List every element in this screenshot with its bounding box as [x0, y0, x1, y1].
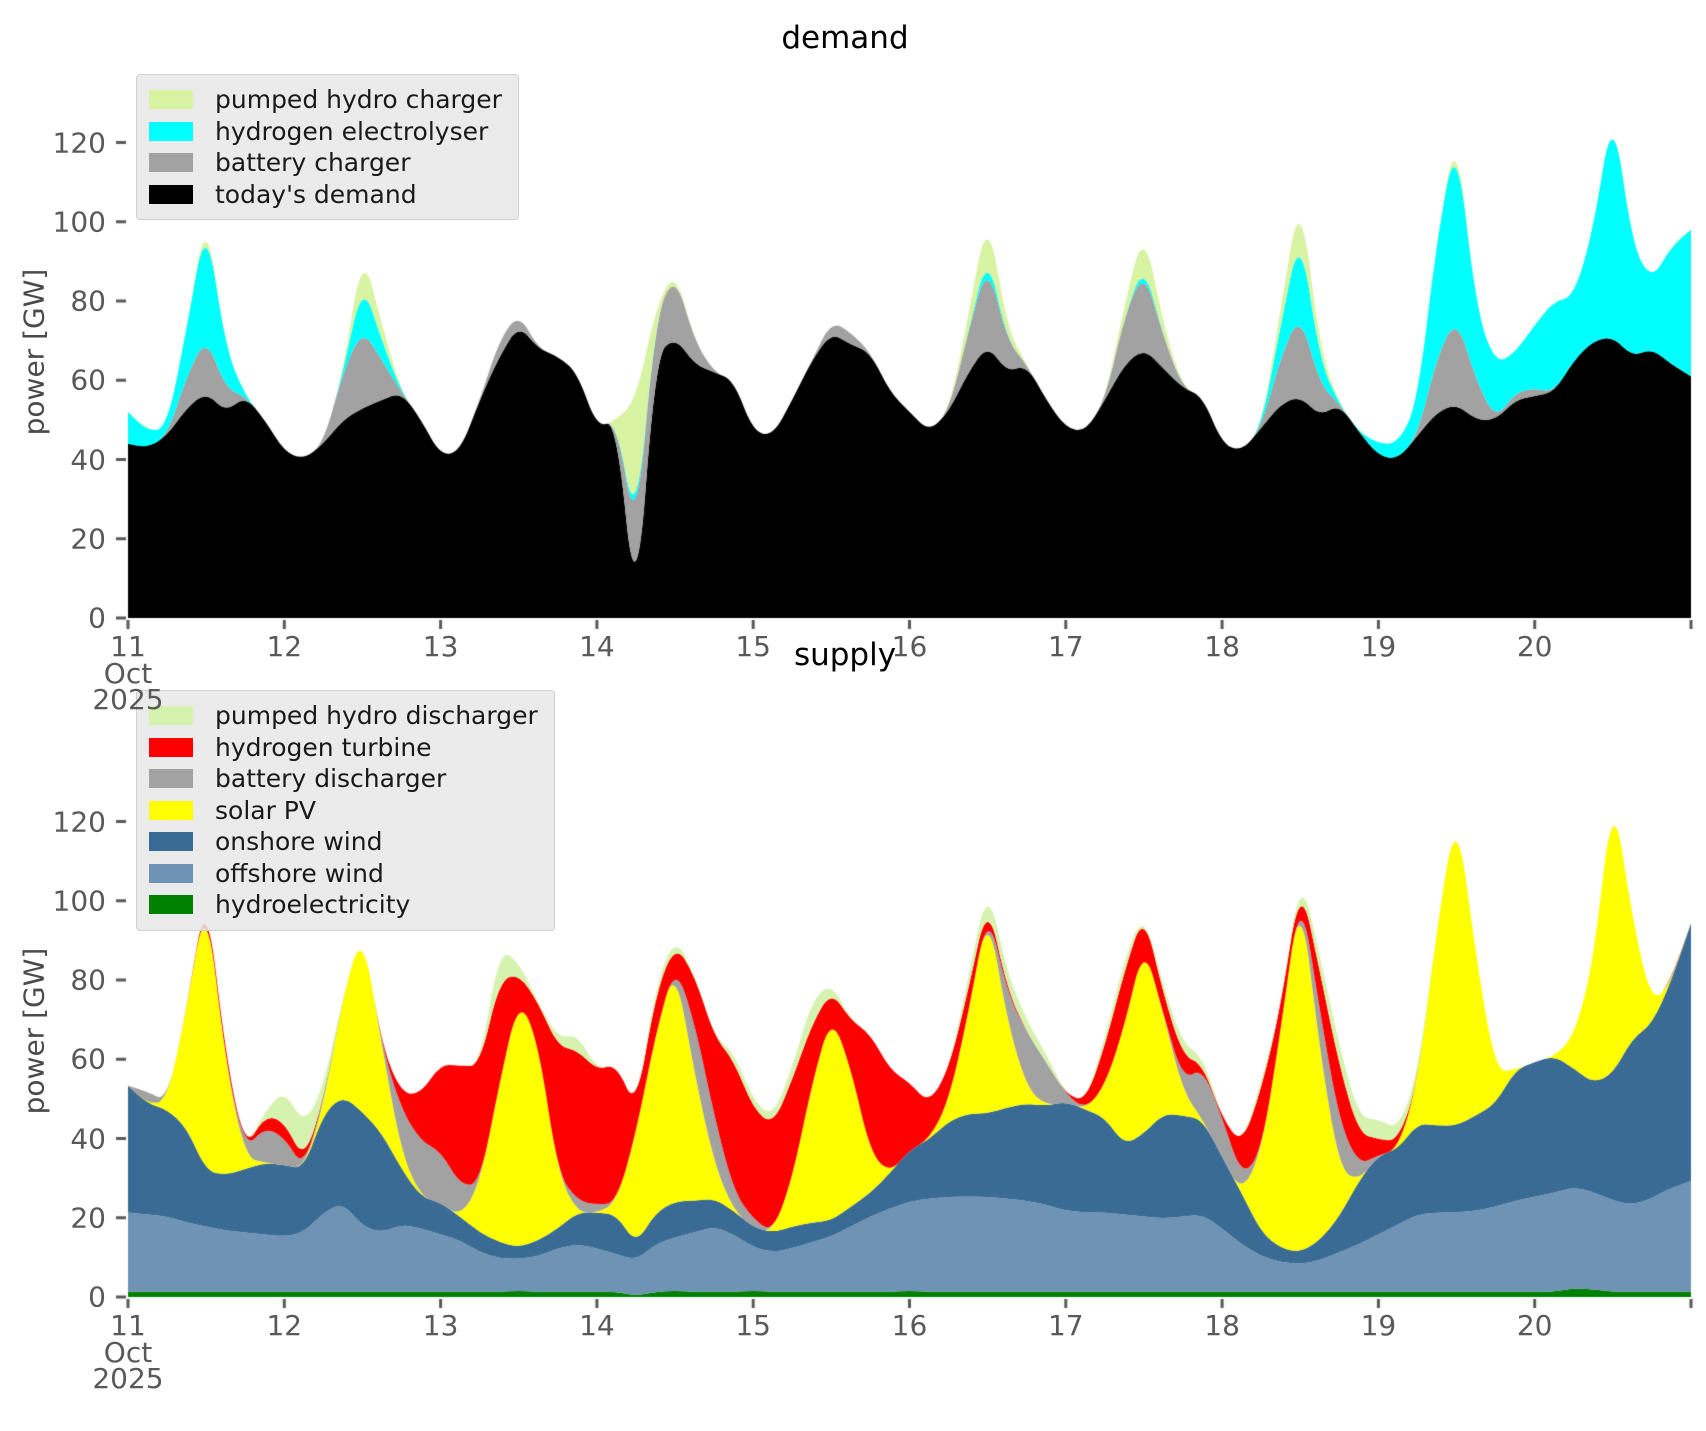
supply-x-tick-label: 16	[892, 1309, 928, 1342]
supply-x-year-label: 2025	[92, 1362, 163, 1395]
demand-x-tick-label: 19	[1361, 630, 1397, 663]
legend-swatch-icon	[149, 801, 193, 820]
legend-item-pumped-hydro-discharger: pumped hydro discharger	[149, 700, 538, 732]
legend-label: hydrogen electrolyser	[215, 117, 488, 146]
legend-swatch-icon	[149, 769, 193, 788]
demand-x-tick-label: 14	[579, 630, 615, 663]
demand-chart-title: demand	[781, 20, 908, 56]
demand-y-tick-label: 80	[70, 285, 106, 318]
demand-x-tick-label: 16	[892, 630, 928, 663]
legend-item-hydroelectricity: hydroelectricity	[149, 889, 538, 921]
supply-y-tick-label: 100	[53, 884, 106, 917]
demand-y-tick-label: 20	[70, 522, 106, 555]
supply-y-tick-label: 80	[70, 964, 106, 997]
supply-x-tick-label: 19	[1361, 1309, 1397, 1342]
supply-x-tick-label: 20	[1517, 1309, 1553, 1342]
legend-item-today-s-demand: today's demand	[149, 179, 502, 211]
legend-item-hydrogen-electrolyser: hydrogen electrolyser	[149, 116, 502, 148]
supply-x-tick-label: 18	[1204, 1309, 1240, 1342]
legend-item-battery-discharger: battery discharger	[149, 763, 538, 795]
demand-x-tick-label: 20	[1517, 630, 1553, 663]
legend-swatch-icon	[149, 185, 193, 204]
demand-y-tick-label: 100	[53, 205, 106, 238]
legend-label: battery discharger	[215, 764, 446, 793]
legend-item-pumped-hydro-charger: pumped hydro charger	[149, 84, 502, 116]
supply-y-axis-label: power [GW]	[18, 948, 51, 1115]
supply-y-tick-label: 40	[70, 1122, 106, 1155]
legend-swatch-icon	[149, 122, 193, 141]
legend-item-hydrogen-turbine: hydrogen turbine	[149, 732, 538, 764]
legend-label: battery charger	[215, 148, 410, 177]
supply-x-tick-label: 15	[735, 1309, 771, 1342]
legend-label: hydroelectricity	[215, 890, 410, 919]
legend-swatch-icon	[149, 895, 193, 914]
legend-label: offshore wind	[215, 859, 384, 888]
demand-x-year-label: 2025	[92, 683, 163, 716]
legend-label: today's demand	[215, 180, 417, 209]
demand-y-tick-label: 0	[88, 602, 106, 635]
demand-y-tick-label: 40	[70, 443, 106, 476]
supply-x-tick-label: 17	[1048, 1309, 1084, 1342]
supply-y-tick-label: 20	[70, 1201, 106, 1234]
demand-x-tick-label: 15	[735, 630, 771, 663]
demand-y-tick-label: 60	[70, 364, 106, 397]
figure: demand supply power [GW] power [GW] pump…	[0, 0, 1706, 1431]
demand-legend: pumped hydro charger hydrogen electrolyse…	[136, 74, 519, 220]
legend-label: pumped hydro discharger	[215, 701, 538, 730]
legend-swatch-icon	[149, 738, 193, 757]
supply-y-tick-label: 60	[70, 1043, 106, 1076]
legend-item-offshore-wind: offshore wind	[149, 858, 538, 890]
demand-x-tick-label: 13	[423, 630, 459, 663]
supply-y-tick-label: 0	[88, 1281, 106, 1314]
demand-x-tick-label: 17	[1048, 630, 1084, 663]
demand-y-tick-label: 120	[53, 126, 106, 159]
legend-item-onshore-wind: onshore wind	[149, 826, 538, 858]
supply-chart-title: supply	[794, 637, 896, 673]
demand-x-tick-label: 12	[266, 630, 302, 663]
legend-label: pumped hydro charger	[215, 85, 502, 114]
legend-swatch-icon	[149, 153, 193, 172]
supply-x-tick-label: 13	[423, 1309, 459, 1342]
legend-label: hydrogen turbine	[215, 733, 432, 762]
legend-label: solar PV	[215, 796, 316, 825]
demand-y-axis-label: power [GW]	[18, 269, 51, 436]
legend-item-solar-pv: solar PV	[149, 795, 538, 827]
legend-label: onshore wind	[215, 827, 382, 856]
legend-swatch-icon	[149, 90, 193, 109]
supply-x-tick-label: 14	[579, 1309, 615, 1342]
legend-swatch-icon	[149, 864, 193, 883]
supply-x-tick-label: 12	[266, 1309, 302, 1342]
demand-x-tick-label: 18	[1204, 630, 1240, 663]
legend-swatch-icon	[149, 832, 193, 851]
legend-item-battery-charger: battery charger	[149, 147, 502, 179]
supply-legend: pumped hydro discharger hydrogen turbineb…	[136, 690, 555, 931]
supply-y-tick-label: 120	[53, 805, 106, 838]
